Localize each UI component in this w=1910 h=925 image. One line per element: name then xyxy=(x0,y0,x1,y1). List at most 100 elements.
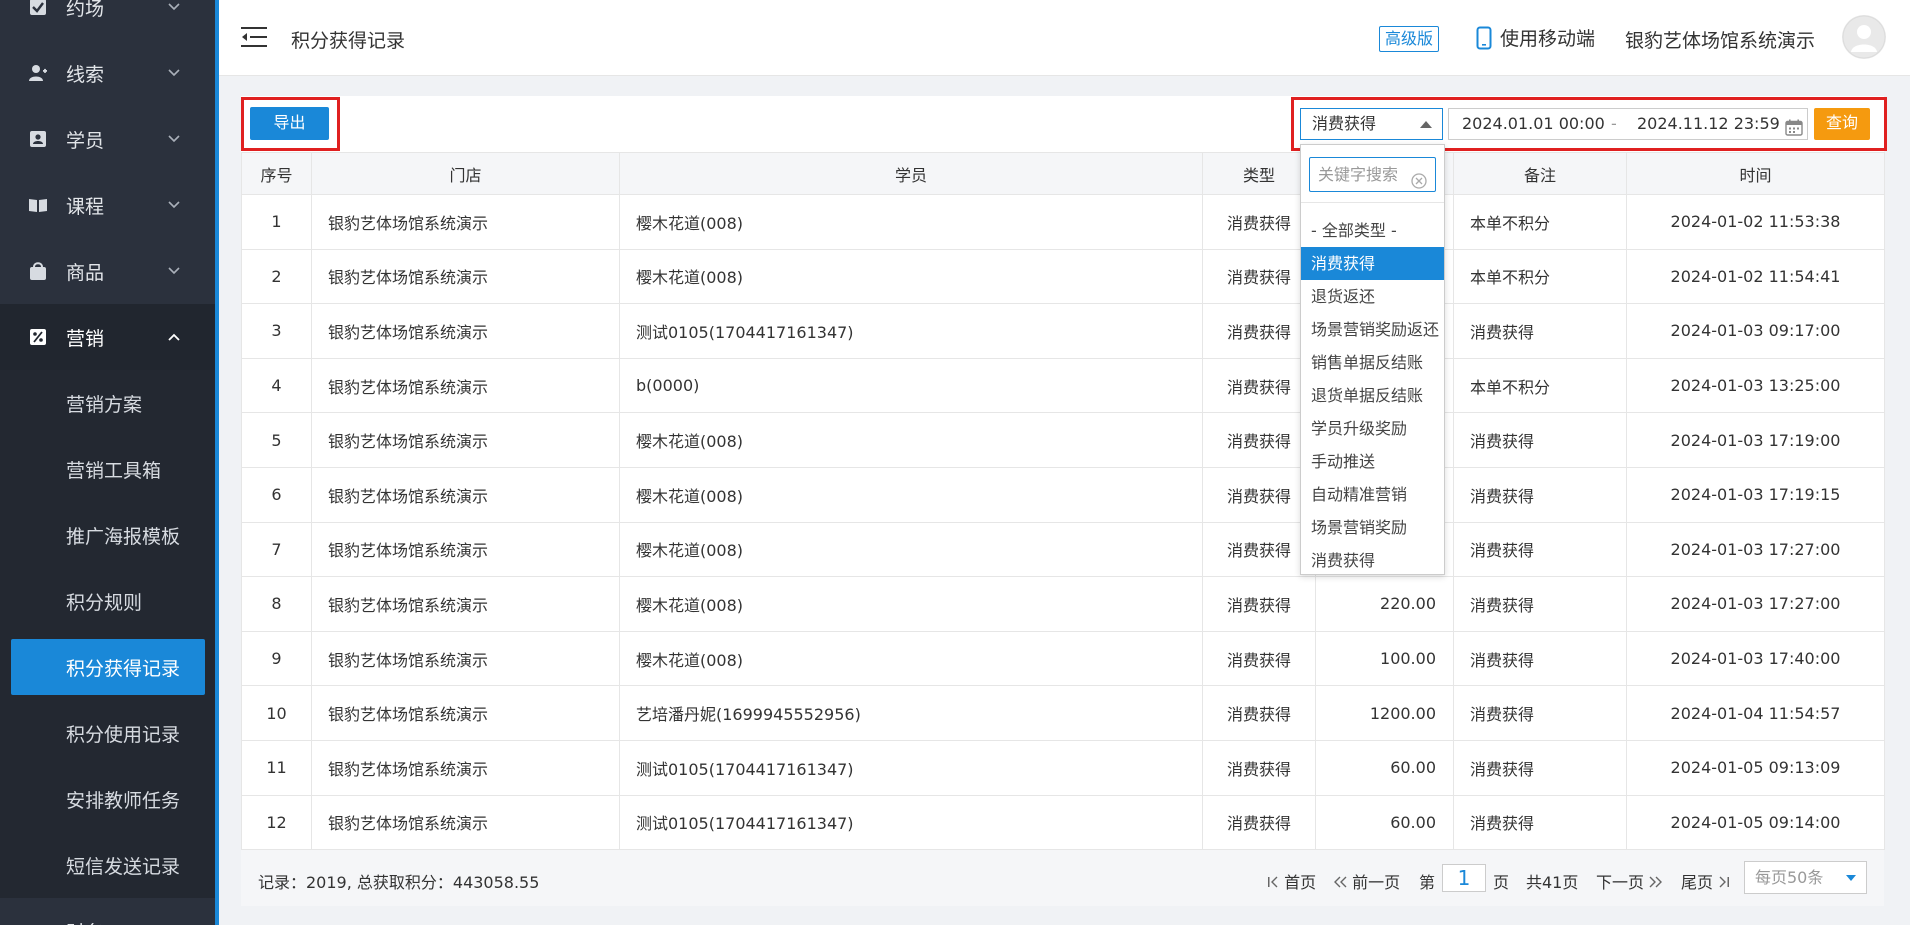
table-row[interactable]: 7 银豹艺体场馆系统演示 樱木花道(008) 消费获得 消费获得 2024-01-03 1… xyxy=(241,521,1885,578)
column-header-time[interactable]: 时间 xyxy=(1626,152,1885,195)
prev-page-icon xyxy=(1333,873,1347,892)
dropdown-option[interactable]: - 全部类型 - xyxy=(1301,214,1444,247)
query-button[interactable]: 查询 xyxy=(1814,108,1870,140)
dropdown-option[interactable]: 学员升级奖励 xyxy=(1301,412,1444,445)
nav-group-products[interactable]: 商品 xyxy=(0,238,215,304)
column-header-no[interactable]: 序号 xyxy=(241,152,312,195)
sidebar-item-points-rules[interactable]: 积分规则 xyxy=(0,568,215,634)
id-card-icon xyxy=(28,129,48,149)
nav-group-booking[interactable]: 约场 xyxy=(0,0,215,40)
cell-student: b(0000) xyxy=(619,357,1203,414)
sidebar-item-points-used[interactable]: 积分使用记录 xyxy=(0,700,215,766)
type-select[interactable]: 消费获得 xyxy=(1300,108,1443,140)
cell-no: 2 xyxy=(241,248,312,305)
cell-store: 银豹艺体场馆系统演示 xyxy=(311,412,620,468)
prev-page-link[interactable]: 前一页 xyxy=(1333,869,1400,893)
sidebar-item-points-earned[interactable]: 积分获得记录 xyxy=(11,639,205,695)
dropdown-option[interactable]: 消费获得 xyxy=(1301,247,1444,280)
sidebar-edge xyxy=(215,0,219,925)
sidebar-item-marketing-plans[interactable]: 营销方案 xyxy=(0,370,215,436)
dropdown-option[interactable]: 消费获得 xyxy=(1301,544,1444,577)
sidebar-item-teacher-tasks[interactable]: 安排教师任务 xyxy=(0,766,215,832)
table-row[interactable]: 1 银豹艺体场馆系统演示 樱木花道(008) 消费获得 本单不积分 2024-01-02 … xyxy=(241,194,1885,250)
cell-points: 100.00 xyxy=(1315,630,1454,687)
nav-group-finance[interactable]: 财务 xyxy=(0,898,215,925)
export-button[interactable]: 导出 xyxy=(250,107,329,140)
cell-no: 10 xyxy=(241,685,312,741)
date-range-picker[interactable]: 2024.01.01 00:00 - 2024.11.12 23:59 xyxy=(1448,108,1808,140)
records-summary: 记录：2019, 总获取积分：443058.55 xyxy=(258,873,540,892)
next-page-icon xyxy=(1649,873,1663,892)
mobile-link[interactable]: 使用移动端 xyxy=(1476,24,1595,51)
sidebar: 约场 线索 学员 课程 商品 营销 营销方案 营销工具箱 推广海报模板 积分规则… xyxy=(0,0,215,925)
next-page-label: 下一页 xyxy=(1596,873,1645,892)
table-row[interactable]: 10 银豹艺体场馆系统演示 艺培潘丹妮(1699945552956) 消费获得 1200… xyxy=(241,685,1885,741)
page-number-input[interactable]: 1 xyxy=(1442,864,1486,892)
cell-type: 消费获得 xyxy=(1202,248,1316,305)
sidebar-item-poster-templates[interactable]: 推广海报模板 xyxy=(0,502,215,568)
date-start: 2024.01.01 00:00 xyxy=(1462,114,1605,133)
nav-group-students[interactable]: 学员 xyxy=(0,106,215,172)
cell-time: 2024-01-03 17:40:00 xyxy=(1626,630,1885,687)
table-row[interactable]: 3 银豹艺体场馆系统演示 测试0105(1704417161347) 消费获得 消费获得… xyxy=(241,303,1885,359)
org-name[interactable]: 银豹艺体场馆系统演示 xyxy=(1625,26,1815,53)
dropdown-option[interactable]: 退货返还 xyxy=(1301,280,1444,313)
column-header-store[interactable]: 门店 xyxy=(311,152,620,195)
edition-badge: 高级版 xyxy=(1379,26,1440,52)
next-page-link[interactable]: 下一页 xyxy=(1596,869,1663,893)
cell-no: 12 xyxy=(241,794,312,851)
sidebar-item-marketing-toolbox[interactable]: 营销工具箱 xyxy=(0,436,215,502)
dropdown-option[interactable]: 销售单据反结账 xyxy=(1301,346,1444,379)
dropdown-option[interactable]: 手动推送 xyxy=(1301,445,1444,478)
menu-collapse-icon[interactable] xyxy=(241,26,267,50)
dropdown-option[interactable]: 退货单据反结账 xyxy=(1301,379,1444,412)
cell-type: 消费获得 xyxy=(1202,794,1316,851)
cell-type: 消费获得 xyxy=(1202,303,1316,359)
avatar[interactable] xyxy=(1842,15,1886,59)
cell-time: 2024-01-03 09:17:00 xyxy=(1626,303,1885,359)
cell-type: 消费获得 xyxy=(1202,412,1316,468)
page-title: 积分获得记录 xyxy=(291,30,406,52)
calendar-icon[interactable] xyxy=(1785,116,1803,146)
nav-group-courses[interactable]: 课程 xyxy=(0,172,215,238)
cell-time: 2024-01-03 13:25:00 xyxy=(1626,357,1885,414)
table-row[interactable]: 11 银豹艺体场馆系统演示 测试0105(1704417161347) 消费获得 60.… xyxy=(241,739,1885,796)
cell-note: 本单不积分 xyxy=(1453,248,1627,305)
dropdown-option[interactable]: 场景营销奖励返还 xyxy=(1301,313,1444,346)
page-prefix: 第 xyxy=(1419,873,1436,892)
column-header-note[interactable]: 备注 xyxy=(1453,152,1627,195)
dropdown-option[interactable]: 自动精准营销 xyxy=(1301,478,1444,511)
cell-no: 4 xyxy=(241,357,312,414)
dropdown-divider xyxy=(1301,202,1444,203)
table-row[interactable]: 4 银豹艺体场馆系统演示 b(0000) 消费获得 本单不积分 2024-01-03 13… xyxy=(241,357,1885,414)
prev-page-label: 前一页 xyxy=(1352,873,1401,892)
nav-group-marketing[interactable]: 营销 xyxy=(0,304,215,370)
cell-time: 2024-01-03 17:19:00 xyxy=(1626,412,1885,468)
table-row[interactable]: 5 银豹艺体场馆系统演示 樱木花道(008) 消费获得 消费获得 2024-01-03 1… xyxy=(241,412,1885,468)
dropdown-search-input[interactable]: 关键字搜索 xyxy=(1309,157,1436,192)
cell-note: 消费获得 xyxy=(1453,576,1627,632)
chevron-up-icon xyxy=(163,326,185,348)
caret-down-icon xyxy=(1846,875,1856,881)
dropdown-option[interactable]: 场景营销奖励 xyxy=(1301,511,1444,544)
clear-icon[interactable] xyxy=(1411,167,1427,189)
table-row[interactable]: 12 银豹艺体场馆系统演示 测试0105(1704417161347) 消费获得 60.… xyxy=(241,794,1885,851)
page-size-select[interactable]: 每页50条 xyxy=(1744,861,1867,894)
last-page-link[interactable]: 尾页 xyxy=(1681,869,1730,893)
first-page-link[interactable]: 首页 xyxy=(1267,869,1316,893)
cell-time: 2024-01-04 11:54:57 xyxy=(1626,685,1885,741)
first-page-label: 首页 xyxy=(1284,873,1317,892)
table-row[interactable]: 8 银豹艺体场馆系统演示 樱木花道(008) 消费获得 220.00 消费获得 2024-0… xyxy=(241,576,1885,632)
column-header-type[interactable]: 类型 xyxy=(1202,152,1316,195)
cell-no: 8 xyxy=(241,576,312,632)
sidebar-item-sms-records[interactable]: 短信发送记录 xyxy=(0,832,215,898)
column-header-student[interactable]: 学员 xyxy=(619,152,1203,195)
table-row[interactable]: 2 银豹艺体场馆系统演示 樱木花道(008) 消费获得 本单不积分 2024-01-02 … xyxy=(241,248,1885,305)
nav-group-leads[interactable]: 线索 xyxy=(0,40,215,106)
table-row[interactable]: 6 银豹艺体场馆系统演示 樱木花道(008) 消费获得 消费获得 2024-01-03 1… xyxy=(241,466,1885,523)
chevron-down-icon xyxy=(163,260,185,282)
cell-store: 银豹艺体场馆系统演示 xyxy=(311,466,620,523)
cell-time: 2024-01-02 11:54:41 xyxy=(1626,248,1885,305)
table-row[interactable]: 9 银豹艺体场馆系统演示 樱木花道(008) 消费获得 100.00 消费获得 2024-0… xyxy=(241,630,1885,687)
chevron-down-icon xyxy=(163,194,185,216)
